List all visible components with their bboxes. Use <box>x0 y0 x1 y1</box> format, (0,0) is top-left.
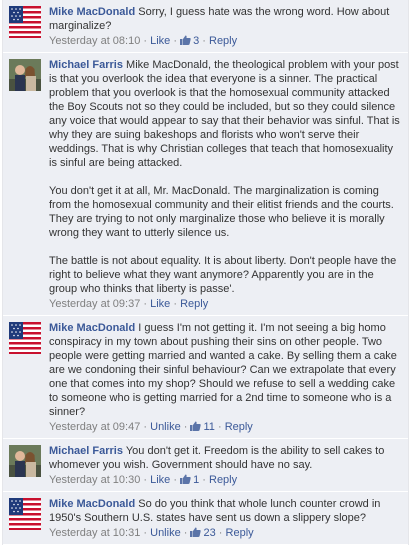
like-count[interactable]: 1 <box>180 474 199 486</box>
comment-timestamp: Yesterday at 10:30 <box>49 474 141 486</box>
separator: · <box>140 298 151 310</box>
like-count[interactable]: 23 <box>190 527 216 539</box>
avatar[interactable] <box>9 6 41 38</box>
separator: · <box>140 527 151 539</box>
comment-item: Mike MacDonald So do you think that whol… <box>3 492 408 545</box>
comment-timestamp: Yesterday at 09:37 <box>49 298 141 310</box>
comment-item: Mike MacDonald Sorry, I guess hate was t… <box>3 0 408 53</box>
unlike-link[interactable]: Unlike <box>150 527 181 539</box>
comment-meta: Yesterday at 08:10 · Like · 3 · Reply <box>49 34 402 48</box>
comment-body: Mike MacDonald Sorry, I guess hate was t… <box>49 5 402 48</box>
separator: · <box>140 35 151 47</box>
comment-paragraph: The battle is not about equality. It is … <box>49 254 402 296</box>
comment-text: Mike MacDonald, the theological problem … <box>49 59 400 169</box>
us-flag-icon <box>9 6 41 38</box>
comment-body: Mike MacDonald I guess I'm not getting i… <box>49 321 402 434</box>
like-link[interactable]: Like <box>150 35 170 47</box>
thumbs-up-icon <box>180 474 191 484</box>
comment-item: Michael Farris Mike MacDonald, the theol… <box>3 53 408 316</box>
comment-author[interactable]: Mike MacDonald <box>49 498 135 510</box>
reply-link[interactable]: Reply <box>225 421 253 433</box>
separator: · <box>170 35 181 47</box>
avatar[interactable] <box>9 445 41 477</box>
separator: · <box>140 474 151 486</box>
like-count[interactable]: 3 <box>180 35 199 47</box>
like-link[interactable]: Like <box>150 474 170 486</box>
comment-text: I guess I'm not getting it. I'm not seei… <box>49 322 397 418</box>
comment-paragraph: Michael Farris You don't get it. Freedom… <box>49 444 402 472</box>
comment-timestamp: Yesterday at 10:31 <box>49 527 141 539</box>
comment-meta: Yesterday at 09:47 · Unlike · 11 · Reply <box>49 420 402 434</box>
comment-body: Michael Farris You don't get it. Freedom… <box>49 444 402 487</box>
thumbs-up-icon <box>190 527 202 537</box>
comment-meta: Yesterday at 10:30 · Like · 1 · Reply <box>49 473 402 487</box>
comment-author[interactable]: Mike MacDonald <box>49 6 135 18</box>
separator: · <box>140 421 151 433</box>
comment-author[interactable]: Michael Farris <box>49 445 123 457</box>
comment-paragraph: Michael Farris Mike MacDonald, the theol… <box>49 58 402 170</box>
profile-photo <box>9 445 41 477</box>
like-link[interactable]: Like <box>150 298 170 310</box>
comment-timestamp: Yesterday at 08:10 <box>49 35 141 47</box>
avatar[interactable] <box>9 59 41 91</box>
comment-item: Michael Farris You don't get it. Freedom… <box>3 439 408 492</box>
comment-paragraph: Mike MacDonald I guess I'm not getting i… <box>49 321 402 419</box>
comment-timestamp: Yesterday at 09:47 <box>49 421 141 433</box>
comment-body: Michael Farris Mike MacDonald, the theol… <box>49 58 402 311</box>
comment-paragraph: Mike MacDonald Sorry, I guess hate was t… <box>49 5 402 33</box>
us-flag-icon <box>9 322 41 354</box>
comment-item: Mike MacDonald I guess I'm not getting i… <box>3 316 408 439</box>
like-count[interactable]: 11 <box>190 421 215 433</box>
separator: · <box>214 421 225 433</box>
comment-author[interactable]: Michael Farris <box>49 59 123 71</box>
comment-paragraph: Mike MacDonald So do you think that whol… <box>49 497 402 525</box>
profile-photo <box>9 59 41 91</box>
separator: · <box>199 474 209 486</box>
separator: · <box>215 527 226 539</box>
thumbs-up-icon <box>180 35 191 45</box>
us-flag-icon <box>9 498 41 530</box>
reply-link[interactable]: Reply <box>180 298 208 310</box>
reply-link[interactable]: Reply <box>209 474 237 486</box>
comment-body: Mike MacDonald So do you think that whol… <box>49 497 402 540</box>
separator: · <box>170 474 181 486</box>
comment-meta: Yesterday at 10:31 · Unlike · 23 · Reply <box>49 526 402 540</box>
avatar[interactable] <box>9 498 41 530</box>
comment-text: You don't get it at all, Mr. MacDonald. … <box>49 185 394 239</box>
thumbs-up-icon <box>190 421 202 431</box>
separator: · <box>170 298 181 310</box>
unlike-link[interactable]: Unlike <box>150 421 181 433</box>
comment-text: The battle is not about equality. It is … <box>49 255 397 295</box>
reply-link[interactable]: Reply <box>209 35 237 47</box>
separator: · <box>199 35 209 47</box>
comment-paragraph: You don't get it at all, Mr. MacDonald. … <box>49 184 402 240</box>
comment-meta: Yesterday at 09:37 · Like · Reply <box>49 297 402 311</box>
comment-author[interactable]: Mike MacDonald <box>49 322 135 334</box>
reply-link[interactable]: Reply <box>226 527 254 539</box>
avatar[interactable] <box>9 322 41 354</box>
comment-thread: Mike MacDonald Sorry, I guess hate was t… <box>2 0 409 545</box>
